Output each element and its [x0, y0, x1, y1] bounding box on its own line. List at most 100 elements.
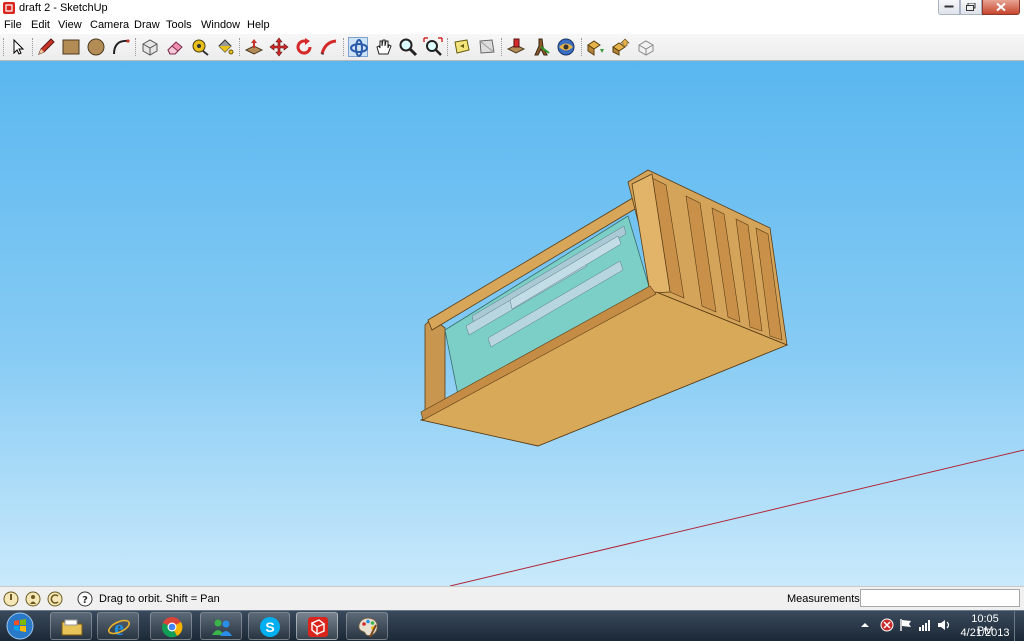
- toolbar-separator: [239, 38, 242, 56]
- taskbar-chrome[interactable]: [150, 612, 192, 640]
- measurements-label: Measurements: [787, 593, 860, 605]
- sketchup-app-icon: [3, 2, 15, 14]
- menu-view[interactable]: View: [58, 19, 82, 31]
- zoom-tool-button[interactable]: [398, 37, 418, 57]
- arrow-cursor-icon: [13, 38, 25, 55]
- toolbar-separator: [447, 38, 450, 56]
- skype-icon: S: [260, 617, 280, 637]
- taskbar-internet-explorer[interactable]: e: [97, 612, 139, 640]
- toolbar-separator: [32, 38, 35, 56]
- get-models-icon: [587, 40, 604, 56]
- show-hidden-icons-icon[interactable]: [860, 620, 870, 630]
- chrome-icon: [162, 617, 183, 638]
- pencil-tool-button[interactable]: [36, 37, 56, 57]
- push-pull-button[interactable]: [244, 37, 264, 57]
- get-models-button[interactable]: [586, 37, 606, 57]
- title-bar: draft 2 - SketchUp: [0, 0, 1024, 18]
- status-hint: Drag to orbit. Shift = Pan: [99, 593, 220, 605]
- eraser-tool-button[interactable]: [165, 37, 185, 57]
- taskbar-explorer[interactable]: [50, 612, 92, 640]
- close-icon: [996, 2, 1006, 12]
- position-camera-button[interactable]: [506, 37, 526, 57]
- eraser-icon: [167, 41, 183, 55]
- menu-camera[interactable]: Camera: [90, 19, 129, 31]
- windows-start-icon[interactable]: [6, 612, 34, 640]
- volume-speaker-icon[interactable]: [937, 618, 951, 632]
- menu-draw[interactable]: Draw: [134, 19, 160, 31]
- arc-tool-button[interactable]: [111, 37, 131, 57]
- model-viewport[interactable]: [0, 61, 1024, 586]
- sketchup-icon: [308, 617, 328, 637]
- walk-icon: [534, 38, 550, 56]
- model-scene: [419, 169, 1024, 586]
- close-button[interactable]: [982, 0, 1020, 15]
- credits-icon[interactable]: [25, 591, 41, 607]
- select-tool-button[interactable]: [8, 37, 28, 57]
- look-around-button[interactable]: [556, 37, 576, 57]
- toolbar-separator: [343, 38, 346, 56]
- minimize-button[interactable]: [938, 0, 960, 15]
- taskbar-skype[interactable]: S: [248, 612, 290, 640]
- make-component-button[interactable]: [140, 37, 160, 57]
- zoom-icon: [399, 38, 418, 57]
- next-view-button[interactable]: [477, 37, 497, 57]
- clock-date[interactable]: 4/21/2013: [958, 627, 1012, 639]
- geo-location-icon[interactable]: [3, 591, 19, 607]
- ie-icon: e: [108, 615, 130, 639]
- rotate-tool-button[interactable]: [294, 37, 314, 57]
- maximize-button[interactable]: [960, 0, 982, 15]
- taskbar-messenger[interactable]: [200, 612, 242, 640]
- taskbar-paint[interactable]: [346, 612, 388, 640]
- share-component-button[interactable]: [636, 37, 656, 57]
- help-icon[interactable]: ?: [77, 591, 93, 607]
- rectangle-tool-button[interactable]: [61, 37, 81, 57]
- show-desktop-button[interactable]: [1014, 611, 1024, 641]
- walk-tool-button[interactable]: [531, 37, 551, 57]
- zoom-extents-button[interactable]: [423, 37, 443, 57]
- svg-text:S: S: [265, 619, 274, 635]
- follow-me-button[interactable]: [319, 37, 339, 57]
- push-pull-icon: [244, 39, 264, 55]
- menu-file[interactable]: File: [4, 19, 22, 31]
- red-axis-line: [449, 449, 1024, 586]
- sign-in-icon[interactable]: [47, 591, 63, 607]
- orbit-tool-button[interactable]: [348, 37, 368, 57]
- folder-icon: [61, 619, 83, 636]
- measurements-input[interactable]: [860, 589, 1020, 607]
- share-model-icon: [612, 38, 630, 56]
- messenger-icon: [212, 619, 232, 636]
- zoom-extents-icon: [423, 37, 443, 56]
- toolbar-separator: [581, 38, 584, 56]
- wooden-box-model[interactable]: [419, 169, 789, 447]
- toolbar-separator: [135, 38, 138, 56]
- look-around-icon: [557, 38, 575, 56]
- follow-me-icon: [320, 39, 337, 55]
- antivirus-tray-icon[interactable]: [880, 618, 894, 632]
- minimize-icon: [944, 5, 954, 8]
- pan-hand-icon: [376, 39, 392, 55]
- toolbar-grip[interactable]: [3, 38, 6, 56]
- menu-window[interactable]: Window: [201, 19, 240, 31]
- menu-tools[interactable]: Tools: [166, 19, 192, 31]
- taskbar-sketchup[interactable]: [296, 612, 338, 640]
- move-tool-button[interactable]: [269, 37, 289, 57]
- restore-icon: [966, 3, 976, 11]
- share-component-icon: [638, 40, 654, 56]
- status-bar: ? Drag to orbit. Shift = Pan Measurement…: [0, 586, 1024, 611]
- pan-tool-button[interactable]: [373, 37, 393, 57]
- tape-measure-button[interactable]: [190, 37, 210, 57]
- component-icon: [142, 39, 158, 56]
- tape-measure-icon: [192, 39, 209, 56]
- network-signal-icon[interactable]: [918, 618, 932, 632]
- paint-bucket-button[interactable]: [215, 37, 235, 57]
- move-icon: [269, 37, 289, 57]
- next-view-icon: [479, 39, 495, 54]
- action-center-flag-icon[interactable]: [899, 618, 913, 632]
- circle-tool-button[interactable]: [86, 37, 106, 57]
- rectangle-icon: [62, 39, 80, 55]
- previous-view-button[interactable]: [452, 37, 472, 57]
- previous-view-icon: [454, 39, 470, 54]
- menu-help[interactable]: Help: [247, 19, 270, 31]
- menu-edit[interactable]: Edit: [31, 19, 50, 31]
- share-model-button[interactable]: [611, 37, 631, 57]
